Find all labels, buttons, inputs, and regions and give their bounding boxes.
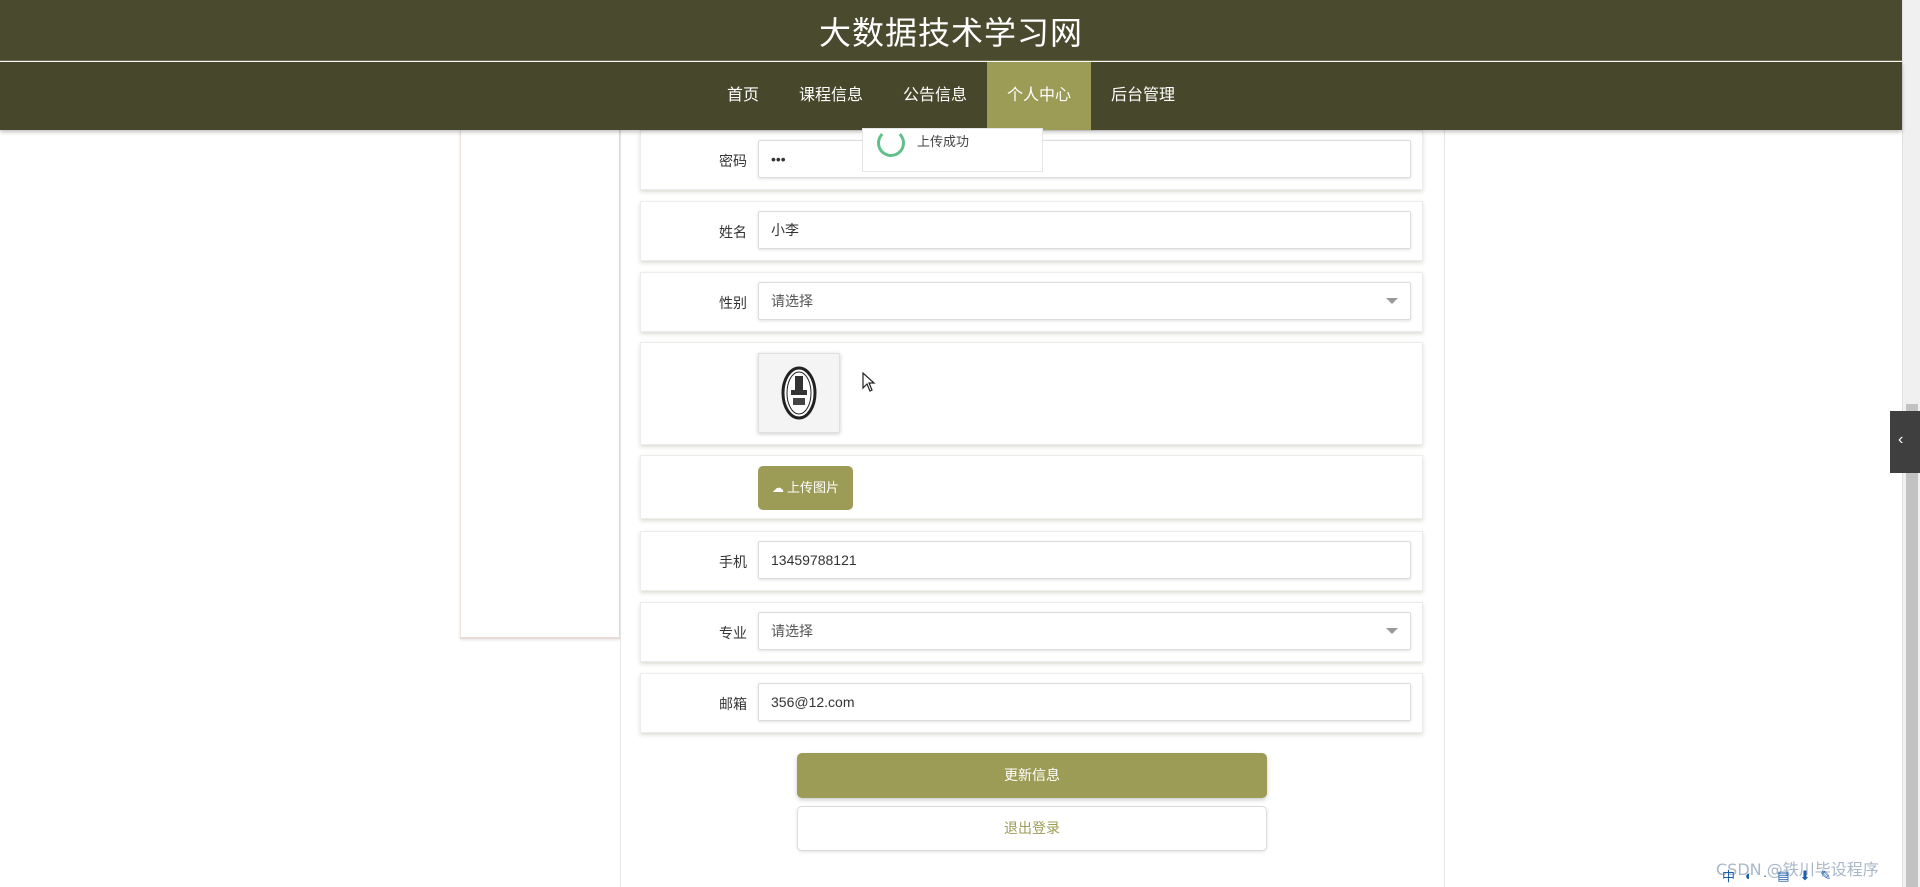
chevron-left-icon: ‹ <box>1898 431 1904 448</box>
nav-item-courses[interactable]: 课程信息 <box>779 62 883 130</box>
phone-label: 手机 <box>719 554 747 570</box>
gender-label: 性别 <box>719 295 747 311</box>
email-label: 邮箱 <box>719 696 747 712</box>
name-row: 姓名 小李 <box>640 201 1423 261</box>
update-info-button[interactable]: 更新信息 <box>797 753 1267 798</box>
tray-keyboard-icon[interactable]: ▤ <box>1777 868 1789 884</box>
email-row: 邮箱 356@12.com <box>640 673 1423 733</box>
email-field[interactable]: 356@12.com <box>758 683 1411 721</box>
chevron-down-icon <box>1386 628 1398 634</box>
upload-success-toast: 上传成功 <box>862 128 1043 172</box>
upload-row: ☁ 上传图片 <box>640 455 1423 519</box>
password-label: 密码 <box>719 153 747 169</box>
site-title: 大数据技术学习网 <box>818 14 1083 52</box>
tray-ime-icon[interactable]: 中 <box>1722 866 1735 885</box>
scrollbar-thumb[interactable] <box>1906 404 1918 887</box>
toast-message: 上传成功 <box>917 134 970 149</box>
phone-field[interactable]: 13459788121 <box>758 541 1411 579</box>
major-select[interactable]: 请选择 <box>758 612 1411 650</box>
gender-row: 性别 请选择 <box>640 272 1423 332</box>
tray-download-icon[interactable]: ⬇ <box>1800 868 1811 884</box>
system-tray: 中 ◐ · ▤ ⬇ ✎ <box>1722 864 1902 887</box>
side-collapse-tab[interactable]: ‹ <box>1890 411 1920 473</box>
page-area: 大数据技术学习网 首页 课程信息 公告信息 个人中心 后台管理 密码 ••• 姓… <box>0 0 1902 887</box>
avatar-row <box>640 342 1423 445</box>
tray-dot-icon[interactable]: · <box>1763 868 1767 883</box>
nav-item-announcements[interactable]: 公告信息 <box>883 62 987 130</box>
tray-moon-icon[interactable]: ◐ <box>1745 868 1753 883</box>
nav-item-home[interactable]: 首页 <box>707 62 779 130</box>
major-row: 专业 请选择 <box>640 602 1423 662</box>
left-side-panel <box>460 130 620 639</box>
avatar-image[interactable] <box>758 353 840 433</box>
mouse-cursor-icon <box>862 372 876 392</box>
name-label: 姓名 <box>719 224 747 240</box>
avatar-seal-icon <box>781 366 817 420</box>
tray-pen-icon[interactable]: ✎ <box>1820 868 1831 884</box>
site-header: 大数据技术学习网 <box>0 0 1902 61</box>
gender-select-value: 请选择 <box>771 293 813 309</box>
nav-bar: 首页 课程信息 公告信息 个人中心 后台管理 <box>0 62 1902 130</box>
nav-list: 首页 课程信息 公告信息 个人中心 后台管理 <box>0 62 1902 130</box>
gender-select[interactable]: 请选择 <box>758 282 1411 320</box>
upload-image-label: 上传图片 <box>786 480 839 495</box>
password-field[interactable]: ••• <box>758 140 1411 178</box>
major-select-value: 请选择 <box>771 623 813 639</box>
smiley-icon <box>877 129 905 157</box>
major-label: 专业 <box>719 625 747 641</box>
upload-image-button[interactable]: ☁ 上传图片 <box>758 466 853 510</box>
nav-item-admin[interactable]: 后台管理 <box>1091 62 1195 130</box>
logout-button[interactable]: 退出登录 <box>797 806 1267 851</box>
nav-item-personal-center[interactable]: 个人中心 <box>987 62 1092 130</box>
phone-row: 手机 13459788121 <box>640 531 1423 591</box>
cloud-upload-icon: ☁ <box>771 481 784 495</box>
chevron-down-icon <box>1386 298 1398 304</box>
name-field[interactable]: 小李 <box>758 211 1411 249</box>
